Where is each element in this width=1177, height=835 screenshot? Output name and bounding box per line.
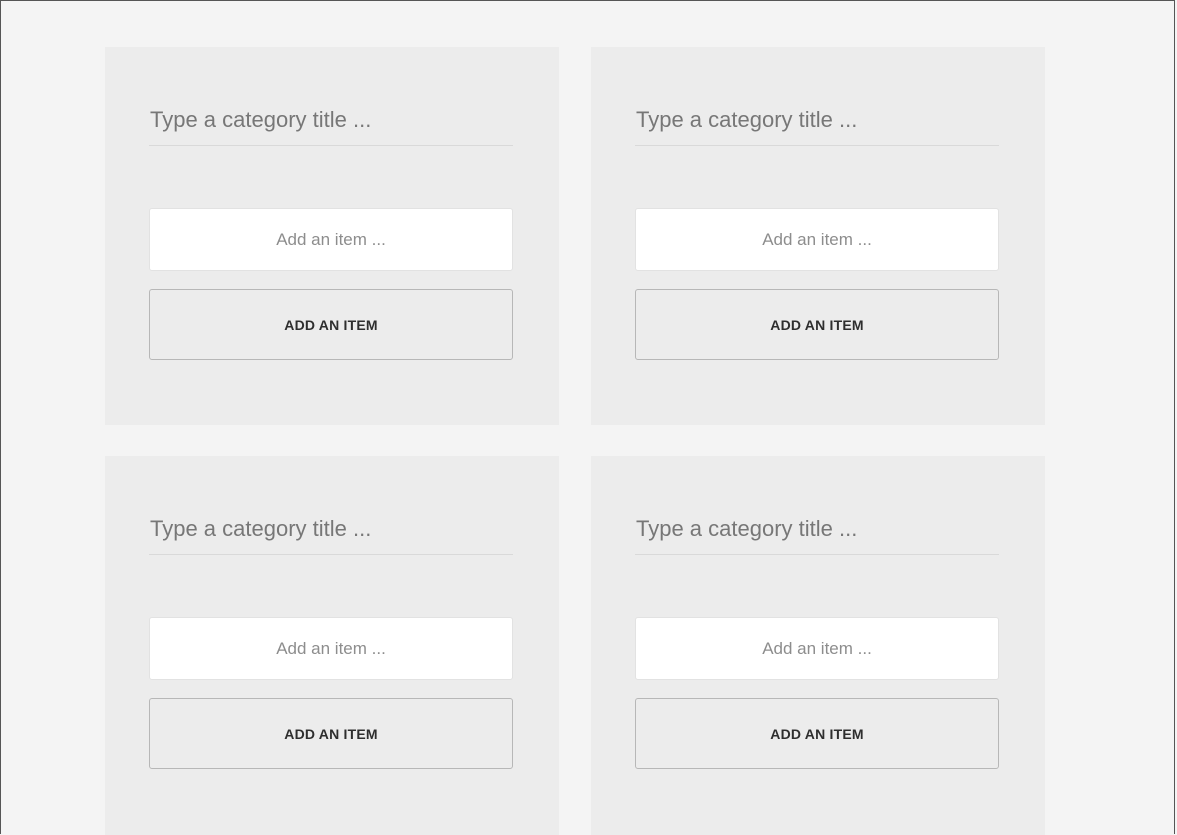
category-card: ADD AN ITEM	[105, 456, 559, 835]
add-item-button[interactable]: ADD AN ITEM	[635, 289, 999, 360]
category-card: ADD AN ITEM	[591, 47, 1045, 425]
category-title-input[interactable]	[635, 107, 999, 146]
category-card: ADD AN ITEM	[591, 456, 1045, 835]
page-frame: ADD AN ITEM ADD AN ITEM ADD AN ITEM ADD …	[0, 0, 1175, 835]
category-title-input[interactable]	[149, 516, 513, 555]
add-item-input[interactable]	[635, 617, 999, 680]
add-item-input[interactable]	[149, 208, 513, 271]
add-item-input[interactable]	[149, 617, 513, 680]
add-item-button[interactable]: ADD AN ITEM	[635, 698, 999, 769]
add-item-button[interactable]: ADD AN ITEM	[149, 289, 513, 360]
category-title-input[interactable]	[149, 107, 513, 146]
add-item-input[interactable]	[635, 208, 999, 271]
add-item-button[interactable]: ADD AN ITEM	[149, 698, 513, 769]
category-title-input[interactable]	[635, 516, 999, 555]
category-card: ADD AN ITEM	[105, 47, 559, 425]
